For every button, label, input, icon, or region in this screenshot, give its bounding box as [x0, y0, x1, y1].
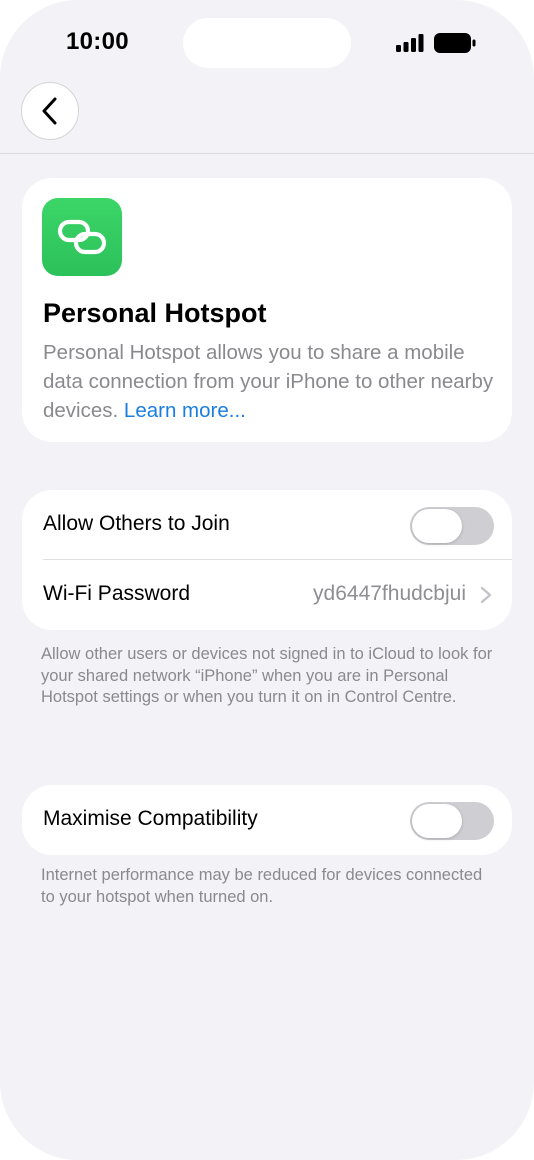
allow-others-footnote: Allow other users or devices not signed … — [41, 645, 493, 706]
compatibility-row: Maximise Compatibility — [22, 785, 512, 855]
description-text: Personal Hotspot allows you to share a m… — [43, 341, 494, 422]
link-rings-icon — [57, 219, 107, 255]
dynamic-island — [183, 18, 351, 68]
toggle-knob — [412, 509, 462, 543]
battery-icon — [434, 33, 476, 53]
toggle-knob — [412, 804, 462, 838]
hotspot-settings-card: Allow Others to Join Wi-Fi Password yd64… — [22, 490, 512, 630]
chevron-right-icon — [480, 586, 492, 604]
page-title: Personal Hotspot — [43, 298, 267, 328]
allow-others-label: Allow Others to Join — [43, 512, 230, 535]
learn-more-link[interactable]: Learn more... — [124, 399, 246, 422]
wifi-password-label: Wi-Fi Password — [43, 582, 191, 605]
nav-divider — [0, 153, 534, 154]
personal-hotspot-app-icon — [42, 198, 122, 276]
compatibility-label: Maximise Compatibility — [43, 807, 258, 830]
compatibility-card: Maximise Compatibility — [22, 785, 512, 855]
status-time: 10:00 — [66, 28, 129, 55]
hotspot-info-card: Personal Hotspot Personal Hotspot allows… — [22, 178, 512, 442]
allow-others-toggle[interactable] — [410, 507, 494, 545]
compatibility-footnote: Internet performance may be reduced for … — [41, 866, 483, 906]
back-button[interactable] — [21, 82, 79, 140]
hotspot-description: Personal Hotspot allows you to share a m… — [43, 338, 499, 425]
compatibility-toggle[interactable] — [410, 802, 494, 840]
allow-others-row: Allow Others to Join — [22, 490, 512, 560]
phone-screen: 10:00 Personal Hotspot Personal Hotspot … — [0, 0, 534, 1160]
signal-icon — [396, 34, 424, 52]
chevron-left-icon — [42, 97, 57, 125]
wifi-password-value: yd6447fhudcbjui — [313, 582, 466, 605]
wifi-password-row[interactable]: Wi-Fi Password yd6447fhudcbjui — [22, 560, 512, 630]
